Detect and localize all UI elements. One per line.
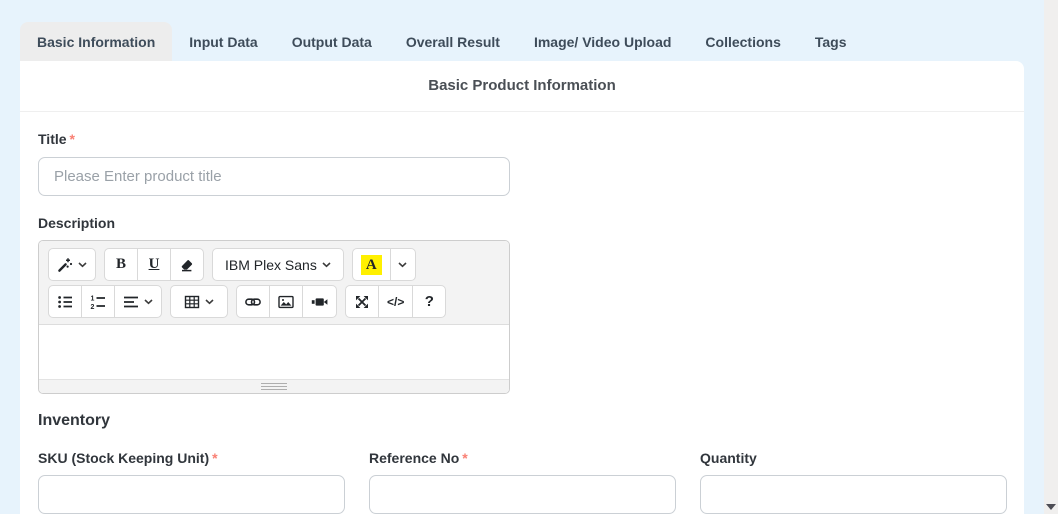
description-rich-text-editor: B U IBM Plex Sans A [38,240,510,394]
eraser-icon [179,257,195,273]
toolbar-row-1: B U IBM Plex Sans A [48,248,500,281]
description-label: Description [38,215,115,231]
magic-style-dropdown-button[interactable] [48,248,96,281]
tab-tags[interactable]: Tags [798,22,864,61]
reference-no-label-text: Reference No [369,450,459,466]
title-label: Title* [38,131,75,147]
tab-label: Output Data [292,34,372,50]
tab-overall-result[interactable]: Overall Result [389,22,517,61]
paragraph-group: 1 2 [48,285,162,318]
tab-basic-information[interactable]: Basic Information [20,22,172,61]
table-dropdown-button[interactable] [170,285,228,318]
font-family-group: IBM Plex Sans [212,248,344,281]
table-icon [184,294,200,310]
video-icon [311,294,328,310]
help-button[interactable]: ? [412,285,446,318]
title-input[interactable] [38,157,510,196]
quantity-label: Quantity [700,450,1007,466]
underline-glyph: U [149,256,160,273]
toolbar-row-2: 1 2 [48,285,500,318]
inventory-fields-row: SKU (Stock Keeping Unit)* Reference No* … [38,450,1007,514]
list-ol-icon: 1 2 [90,294,106,310]
chevron-down-icon [144,299,153,305]
codeview-button[interactable]: </> [378,285,413,318]
insert-link-button[interactable] [236,285,270,318]
list-ul-icon [57,294,73,310]
reference-no-label: Reference No* [369,450,676,466]
tab-bar: Basic Information Input Data Output Data… [20,22,864,61]
insert-picture-button[interactable] [269,285,303,318]
help-glyph: ? [425,293,434,310]
codeview-glyph: </> [387,295,404,309]
font-style-group: B U [104,248,204,281]
quantity-label-text: Quantity [700,450,757,466]
editor-resize-bar[interactable] [39,379,509,393]
magic-wand-icon [57,257,73,273]
color-group: A [352,248,416,281]
font-family-value: IBM Plex Sans [225,257,317,273]
chevron-down-icon [398,262,407,268]
reference-no-field: Reference No* [369,450,676,514]
insert-video-button[interactable] [302,285,337,318]
quantity-input[interactable] [700,475,1007,514]
description-edit-area[interactable] [39,325,509,379]
required-asterisk: * [212,450,217,466]
panel-title: Basic Product Information [20,61,1024,112]
quantity-field: Quantity [700,450,1007,514]
color-dropdown-button[interactable] [390,248,416,281]
editor-toolbar: B U IBM Plex Sans A [39,241,509,325]
inventory-heading: Inventory [38,412,110,430]
font-family-dropdown-button[interactable]: IBM Plex Sans [212,248,344,281]
tab-output-data[interactable]: Output Data [275,22,389,61]
svg-text:1: 1 [91,295,95,302]
vertical-scrollbar[interactable] [1044,0,1058,514]
reference-no-input[interactable] [369,475,676,514]
paragraph-align-dropdown-button[interactable] [114,285,162,318]
chevron-down-icon [205,299,214,305]
required-asterisk: * [462,450,467,466]
basic-information-panel: Basic Product Information Title* Descrip… [20,61,1024,514]
tab-label: Overall Result [406,34,500,50]
bold-button[interactable]: B [104,248,138,281]
tab-input-data[interactable]: Input Data [172,22,274,61]
underline-button[interactable]: U [137,248,171,281]
required-asterisk: * [70,131,75,147]
sku-field: SKU (Stock Keeping Unit)* [38,450,345,514]
font-color-button[interactable]: A [352,248,391,281]
sku-input[interactable] [38,475,345,514]
fullscreen-icon [354,294,370,310]
table-group [170,285,228,318]
ordered-list-button[interactable]: 1 2 [81,285,115,318]
chevron-down-icon [322,262,331,268]
bold-glyph: B [116,256,126,273]
sku-label-text: SKU (Stock Keeping Unit) [38,450,209,466]
picture-icon [278,294,294,310]
highlighted-a-glyph: A [361,255,382,275]
fullscreen-button[interactable] [345,285,379,318]
svg-text:2: 2 [91,304,95,310]
insert-group [236,285,337,318]
resize-grip-icon [261,386,287,387]
title-label-text: Title [38,131,67,147]
tab-label: Image/ Video Upload [534,34,671,50]
tab-collections[interactable]: Collections [688,22,797,61]
chevron-down-icon [78,262,87,268]
tab-image-video-upload[interactable]: Image/ Video Upload [517,22,688,61]
tab-label: Basic Information [37,34,155,50]
sku-label: SKU (Stock Keeping Unit)* [38,450,345,466]
view-group: </> ? [345,285,446,318]
tab-label: Collections [705,34,780,50]
scroll-down-arrow-icon[interactable] [1046,504,1056,510]
unordered-list-button[interactable] [48,285,82,318]
tab-label: Tags [815,34,847,50]
tab-label: Input Data [189,34,257,50]
link-icon [245,294,261,310]
paragraph-align-icon [123,294,139,310]
clear-formatting-button[interactable] [170,248,204,281]
style-group [48,248,96,281]
